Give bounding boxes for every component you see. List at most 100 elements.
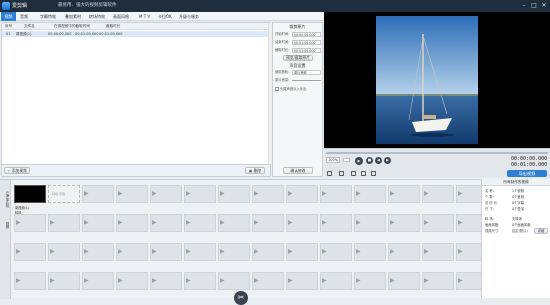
empty-clip-slot[interactable]: ▶	[48, 214, 80, 232]
start-time-field[interactable]: 00:00:00.000	[292, 32, 321, 37]
empty-clip-slot[interactable]: ▶	[184, 214, 216, 232]
empty-clip-slot[interactable]: ▶	[354, 272, 386, 290]
stop-icon[interactable]: ■	[366, 157, 373, 164]
volume-slider[interactable]	[292, 80, 321, 81]
empty-clip-slot[interactable]: ▶	[320, 272, 352, 290]
empty-clip-slot[interactable]: ▶	[116, 185, 148, 203]
transition-slot[interactable]: 转场/字幕	[48, 185, 80, 203]
empty-clip-slot[interactable]: ▶	[116, 214, 148, 232]
track-select[interactable]: 原片音频	[292, 70, 321, 75]
next-frame-icon[interactable]: ▶	[384, 157, 391, 164]
empty-clip-slot[interactable]: ▶	[422, 214, 454, 232]
empty-clip-slot[interactable]: ▶	[150, 214, 182, 232]
slot-arrow-icon: ▶	[390, 277, 395, 284]
empty-clip-slot[interactable]: ▶	[48, 243, 80, 261]
crop-icon[interactable]	[327, 171, 332, 176]
prev-frame-icon[interactable]: ◀	[375, 157, 382, 164]
tab-transitions[interactable]: 转场特效	[89, 12, 105, 21]
empty-clip-slot[interactable]: ▶	[116, 272, 148, 290]
empty-clip-slot[interactable]: ▶	[218, 272, 250, 290]
end-time-field[interactable]: 00:01:00.000	[292, 40, 321, 45]
empty-clip-slot[interactable]: ▶	[252, 243, 284, 261]
empty-clip-slot[interactable]: ▶	[218, 185, 250, 203]
tab-overlay[interactable]: 叠加素材	[65, 12, 81, 21]
empty-clip-slot[interactable]: ▶	[150, 243, 182, 261]
tab-upgrade[interactable]: 升级与服务	[179, 12, 199, 21]
slot-arrow-icon: ▶	[356, 190, 361, 197]
tab-mtv[interactable]: M T V	[139, 12, 150, 21]
empty-clip-slot[interactable]: ▶	[320, 243, 352, 261]
empty-clip-slot[interactable]: ▶	[286, 272, 318, 290]
delete-button[interactable]: ▣ 删除	[245, 167, 265, 174]
fade-checkbox[interactable]	[275, 87, 279, 91]
empty-clip-slot[interactable]: ▶	[422, 272, 454, 290]
vtab-added-clips[interactable]: 已添加片段	[1, 184, 10, 214]
empty-clip-slot[interactable]: ▶	[388, 185, 420, 203]
close-button[interactable]: ✕	[539, 2, 549, 10]
empty-clip-slot[interactable]: ▶	[422, 185, 454, 203]
empty-clip-slot[interactable]: ▶	[184, 272, 216, 290]
empty-clip-slot[interactable]: ▶	[82, 214, 114, 232]
empty-clip-slot[interactable]: ▶	[14, 272, 46, 290]
scissors-icon[interactable]: ✂	[234, 291, 248, 305]
timeline-clip-thumb[interactable]: 原视频(1) 转场	[14, 185, 46, 215]
snapshot-icon[interactable]	[361, 171, 366, 176]
empty-clip-slot[interactable]: ▶	[82, 272, 114, 290]
playback-progress[interactable]	[326, 152, 548, 154]
empty-clip-slot[interactable]: ▶	[320, 214, 352, 232]
empty-clip-slot[interactable]: ▶	[218, 243, 250, 261]
tab-audio[interactable]: 音频	[20, 12, 28, 21]
table-row[interactable]: 01 原视频(1) 00:00:00.000 - 00:01:00.000 00…	[2, 31, 270, 37]
folder-icon[interactable]	[339, 171, 344, 176]
share-icon[interactable]	[371, 171, 376, 176]
zoom-select[interactable]: 100%	[326, 157, 340, 163]
empty-clip-slot[interactable]: ▶	[286, 214, 318, 232]
vtab-video[interactable]: 视频	[1, 218, 10, 232]
empty-clip-slot[interactable]: ▶	[252, 272, 284, 290]
empty-clip-slot[interactable]: ▶	[320, 185, 352, 203]
add-video-button[interactable]: + 添加视频	[4, 167, 30, 174]
empty-clip-slot[interactable]: ▶	[150, 272, 182, 290]
empty-clip-slot[interactable]: ▶	[388, 243, 420, 261]
title-bar: 爱剪辑 最易用、强大的视频剪辑软件 – □ ✕	[0, 0, 550, 12]
save-icon[interactable]	[351, 171, 356, 176]
empty-clip-slot[interactable]: ▶	[82, 243, 114, 261]
empty-clip-slot[interactable]: ▶	[354, 214, 386, 232]
export-video-button[interactable]: 导出视频	[507, 170, 547, 177]
empty-clip-slot[interactable]: ▶	[354, 243, 386, 261]
detail-button[interactable]: 详细	[534, 228, 548, 234]
speed-field[interactable]	[343, 158, 350, 162]
empty-clip-slot[interactable]: ▶	[286, 185, 318, 203]
empty-clip-slot[interactable]: ▶	[82, 185, 114, 203]
info-label: 视频尺寸:	[485, 229, 500, 233]
empty-clip-slot[interactable]: ▶	[252, 214, 284, 232]
tab-subtitle-effects[interactable]: 字幕特效	[40, 12, 56, 21]
tab-video[interactable]: 视频	[1, 12, 16, 21]
empty-clip-slot[interactable]: ▶	[150, 185, 182, 203]
tab-picture-style[interactable]: 画面风格	[113, 12, 129, 21]
maximize-button[interactable]: □	[529, 2, 539, 10]
play-icon[interactable]: ▶	[355, 157, 363, 165]
fade-label: 头尾声音淡入淡出	[280, 86, 307, 91]
empty-clip-slot[interactable]: ▶	[14, 214, 46, 232]
preview-clip-button[interactable]: 预览/截取原片	[283, 55, 313, 61]
empty-clip-slot[interactable]: ▶	[422, 243, 454, 261]
empty-clip-slot[interactable]: ▶	[116, 243, 148, 261]
empty-clip-slot[interactable]: ▶	[48, 272, 80, 290]
confirm-button[interactable]: 确认修改	[283, 167, 313, 174]
empty-clip-slot[interactable]: ▶	[388, 214, 420, 232]
empty-clip-slot[interactable]: ▶	[218, 214, 250, 232]
empty-clip-slot[interactable]: ▶	[14, 243, 46, 261]
empty-clip-slot[interactable]: ▶	[388, 272, 420, 290]
minimize-button[interactable]: –	[519, 2, 529, 10]
length-field[interactable]: 00:01:00.000	[292, 48, 321, 53]
tab-karaoke[interactable]: 卡拉OK	[158, 12, 172, 21]
slot-arrow-icon: ▶	[152, 190, 157, 197]
empty-clip-slot[interactable]: ▶	[184, 243, 216, 261]
list-scrollbar[interactable]	[268, 23, 271, 164]
slot-arrow-icon: ▶	[16, 219, 21, 226]
empty-clip-slot[interactable]: ▶	[354, 185, 386, 203]
empty-clip-slot[interactable]: ▶	[252, 185, 284, 203]
empty-clip-slot[interactable]: ▶	[286, 243, 318, 261]
empty-clip-slot[interactable]: ▶	[184, 185, 216, 203]
